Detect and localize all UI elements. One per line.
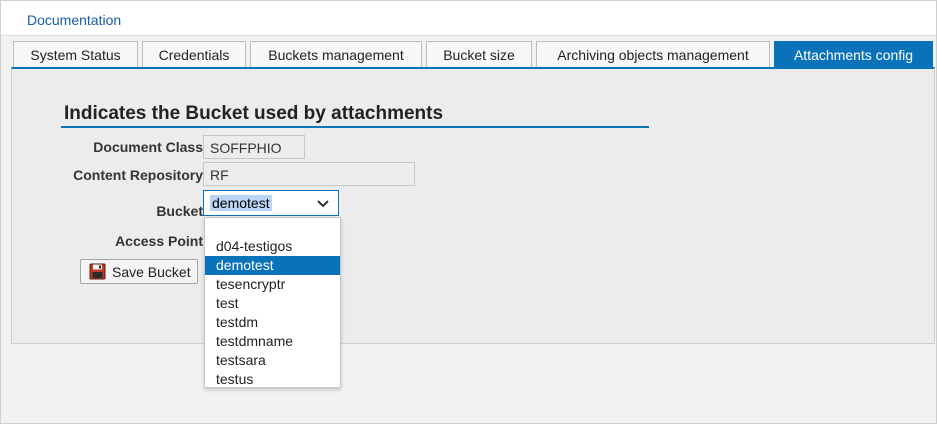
floppy-disk-icon	[89, 263, 106, 280]
dropdown-option[interactable]: testus	[205, 370, 340, 389]
dropdown-option-selected[interactable]: demotest	[205, 256, 340, 275]
section-divider	[61, 126, 649, 128]
tab-bar: System Status Credentials Buckets manage…	[1, 41, 936, 68]
document-class-field: SOFFPHIO	[203, 135, 305, 159]
content-repository-field: RF	[203, 162, 415, 186]
top-bar: Documentation	[1, 1, 936, 36]
section-title: Indicates the Bucket used by attachments	[64, 103, 444, 124]
dropdown-option[interactable]: testdmname	[205, 332, 340, 351]
dropdown-option[interactable]: testsara	[205, 351, 340, 370]
tab-attachments-config[interactable]: Attachments config	[774, 41, 933, 67]
save-bucket-button[interactable]: Save Bucket	[80, 259, 198, 284]
document-class-label: Document Class	[93, 139, 203, 155]
tab-buckets-management[interactable]: Buckets management	[250, 41, 422, 67]
tab-system-status[interactable]: System Status	[13, 41, 138, 67]
dropdown-option[interactable]: d04-testigos	[205, 237, 340, 256]
dropdown-option[interactable]	[205, 218, 340, 237]
chevron-down-icon	[317, 200, 329, 208]
dropdown-option[interactable]: testdm	[205, 313, 340, 332]
app-window: Documentation System Status Credentials …	[0, 0, 937, 424]
dropdown-option[interactable]: tesencryptr	[205, 275, 340, 294]
save-bucket-label: Save Bucket	[112, 264, 191, 280]
tab-archiving-objects-management[interactable]: Archiving objects management	[536, 41, 770, 67]
content-repository-label: Content Repository	[73, 167, 203, 183]
documentation-link[interactable]: Documentation	[27, 12, 121, 28]
tab-bucket-size[interactable]: Bucket size	[426, 41, 532, 67]
bucket-select-value: demotest	[210, 195, 272, 211]
bucket-dropdown-list: d04-testigos demotest tesencryptr test t…	[204, 217, 341, 388]
bucket-select[interactable]: demotest	[203, 190, 339, 216]
dropdown-option[interactable]: test	[205, 294, 340, 313]
access-point-label: Access Point	[115, 233, 203, 249]
bucket-label: Bucket	[156, 203, 203, 219]
tab-credentials[interactable]: Credentials	[142, 41, 246, 67]
